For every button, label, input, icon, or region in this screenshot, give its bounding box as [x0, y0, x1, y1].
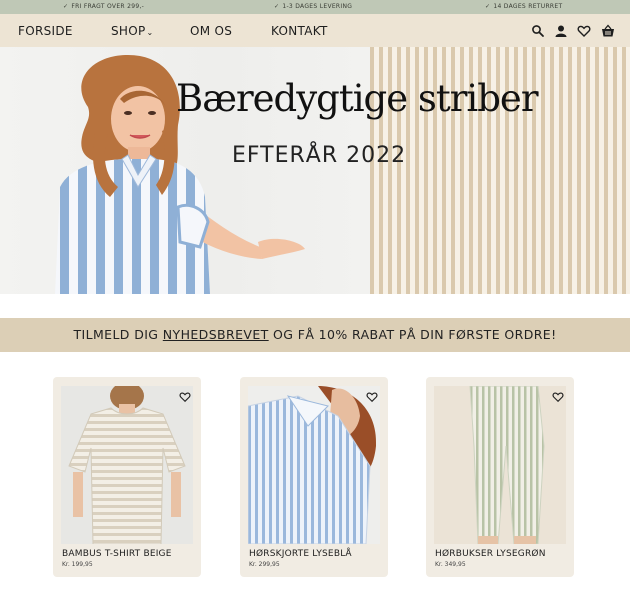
check-icon: ✓	[63, 3, 69, 10]
wishlist-heart-icon[interactable]	[179, 388, 191, 403]
announcement-free-shipping: ✓ FRI FRAGT OVER 299,-	[63, 3, 145, 10]
wishlist-heart-icon[interactable]	[552, 388, 564, 403]
account-icon[interactable]	[554, 23, 568, 37]
announcement-returns: ✓ 14 DAGES RETURRET	[485, 3, 563, 10]
newsletter-text: TILMELD DIG NYHEDSBREVET OG FÅ 10% RABAT…	[73, 327, 557, 342]
product-name: HØRSKJORTE LYSEBLÅ	[249, 549, 352, 559]
product-image-shirt	[248, 386, 380, 544]
product-card[interactable]: HØRSKJORTE LYSEBLÅ Kr. 299,95	[240, 377, 388, 577]
hero-subtitle: EFTERÅR 2022	[232, 143, 407, 168]
product-image-trousers	[434, 386, 566, 544]
product-price: Kr. 349,95	[435, 561, 466, 568]
check-icon: ✓	[485, 3, 491, 10]
chevron-down-icon: ⌄	[146, 28, 154, 37]
hero-title: Bæredygtige striber	[176, 77, 539, 120]
nav-link-kontakt[interactable]: KONTAKT	[271, 24, 328, 38]
product-card[interactable]: BAMBUS T-SHIRT BEIGE Kr. 199,95	[53, 377, 201, 577]
product-card[interactable]: HØRBUKSER LYSEGRØN Kr. 349,95	[426, 377, 574, 577]
product-image-tshirt	[61, 386, 193, 544]
announcement-delivery: ✓ 1-3 DAGES LEVERING	[274, 3, 353, 10]
nav-link-shop[interactable]: SHOP⌄	[111, 24, 154, 38]
product-name: BAMBUS T-SHIRT BEIGE	[62, 549, 172, 559]
heart-icon[interactable]	[577, 23, 591, 37]
announcement-bar: ✓ FRI FRAGT OVER 299,- ✓ 1-3 DAGES LEVERIN…	[0, 0, 630, 14]
search-icon[interactable]	[531, 23, 545, 37]
nav-link-forside[interactable]: FORSIDE	[18, 24, 73, 38]
product-name: HØRBUKSER LYSEGRØN	[435, 549, 546, 559]
nav-link-om-os[interactable]: OM OS	[190, 24, 232, 38]
wishlist-heart-icon[interactable]	[366, 388, 378, 403]
product-price: Kr. 199,95	[62, 561, 93, 568]
product-price: Kr. 299,95	[249, 561, 280, 568]
basket-icon[interactable]	[601, 23, 615, 37]
main-navigation: FORSIDE SHOP⌄ OM OS KONTAKT	[0, 14, 630, 47]
hero-banner: Bæredygtige striber EFTERÅR 2022	[0, 47, 630, 294]
newsletter-banner: TILMELD DIG NYHEDSBREVET OG FÅ 10% RABAT…	[0, 318, 630, 352]
newsletter-signup-link[interactable]: NYHEDSBREVET	[163, 327, 269, 342]
check-icon: ✓	[274, 3, 280, 10]
